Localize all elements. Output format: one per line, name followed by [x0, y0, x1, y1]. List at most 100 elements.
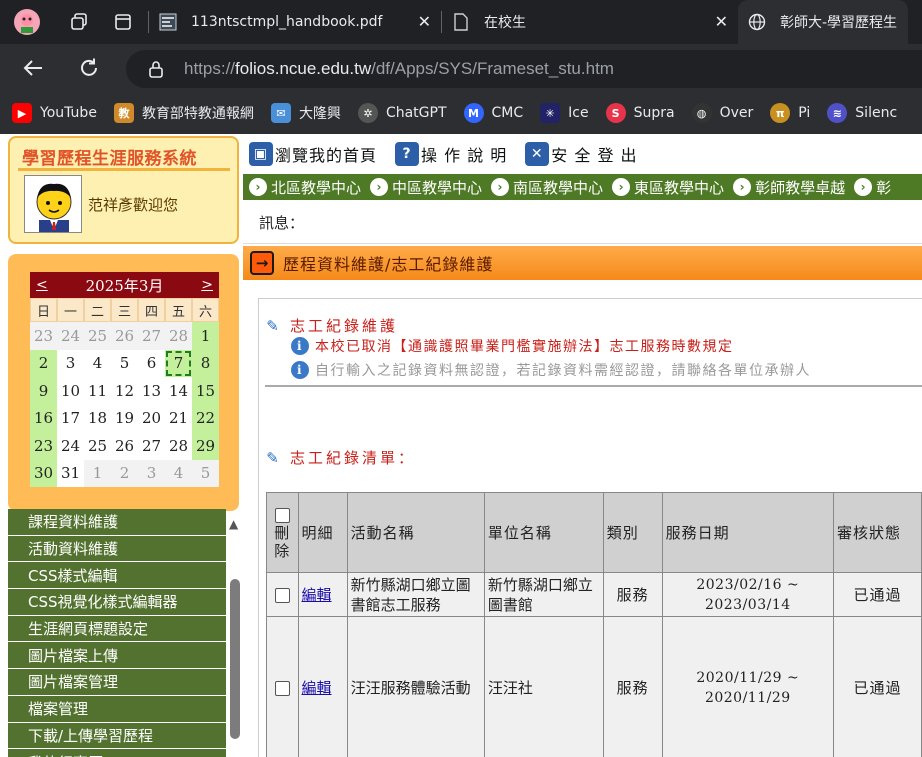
calendar-day[interactable]: 14 [165, 377, 192, 405]
bookmark-silenc[interactable]: ≋ Silenc [827, 103, 897, 123]
center-link[interactable]: › 東區教學中心 [612, 177, 724, 198]
logout-button[interactable]: ✕ 安 全 登 出 [525, 142, 637, 166]
row-checkbox[interactable] [274, 587, 290, 603]
calendar-day[interactable]: 27 [138, 432, 165, 460]
calendar-day[interactable]: 25 [84, 322, 111, 350]
row-checkbox[interactable] [274, 680, 290, 696]
sidebar-menu-item[interactable]: 活動資料維護 [8, 535, 226, 563]
close-tab-icon[interactable]: ✕ [715, 12, 728, 31]
tab-title: 彰師大-學習歷程生 [780, 15, 898, 31]
center-link[interactable]: › 南區教學中心 [491, 177, 603, 198]
calendar-day[interactable]: 29 [192, 432, 219, 460]
calendar-day[interactable]: 27 [138, 322, 165, 350]
url-field[interactable]: https://folios.ncue.edu.tw/df/Apps/SYS/F… [126, 50, 922, 88]
calendar-day[interactable]: 23 [30, 322, 57, 350]
calendar-day[interactable]: 4 [84, 349, 111, 377]
sidebar-scrollbar[interactable]: ▲ [228, 517, 242, 757]
header-activity: 活動名稱 [346, 492, 485, 573]
sidebar-menu-item[interactable]: 圖片檔案管理 [8, 669, 226, 696]
calendar-day[interactable]: 28 [165, 432, 192, 460]
calendar-day[interactable]: 23 [30, 432, 57, 460]
calendar-day[interactable]: 18 [84, 404, 111, 432]
calendar-next-link[interactable]: > [201, 277, 213, 293]
calendar-day[interactable]: 11 [84, 377, 111, 405]
select-all-checkbox[interactable] [274, 507, 290, 523]
calendar-day[interactable]: 12 [111, 377, 138, 405]
calendar-day[interactable]: 3 [138, 459, 165, 487]
sidebar-menu-item[interactable]: CSS樣式編輯 [8, 562, 226, 590]
bookmark-moe-special-ed[interactable]: 教教育部特教通報網 [113, 103, 254, 123]
close-tab-icon[interactable]: ✕ [418, 12, 431, 31]
calendar-day[interactable]: 1 [192, 322, 219, 350]
calendar-day[interactable]: 13 [138, 377, 165, 405]
tab-pdf[interactable]: 113ntsctmpl_handbook.pdf ✕ [149, 0, 441, 44]
calendar-day[interactable]: 5 [111, 349, 138, 377]
calendar-day[interactable]: 19 [111, 404, 138, 432]
calendar-day[interactable]: 6 [138, 349, 165, 377]
calendar-day[interactable]: 30 [30, 459, 57, 487]
calendar-day[interactable]: 7 [165, 349, 192, 377]
calendar-day[interactable]: 2 [111, 459, 138, 487]
calendar-day[interactable]: 4 [165, 459, 192, 487]
tab-ncue-portfolio[interactable]: 彰師大-學習歷程生 [738, 0, 908, 44]
chevron-right-icon: › [854, 178, 873, 196]
center-link[interactable]: › 彰 [854, 177, 891, 198]
calendar-day[interactable]: 26 [111, 322, 138, 350]
bookmark-youtube[interactable]: ▶ YouTube [12, 103, 97, 123]
bookmark-supra[interactable]: S Supra [605, 103, 675, 123]
calendar-day[interactable]: 3 [57, 349, 84, 377]
bookmark-over[interactable]: ◍ Over [691, 103, 753, 123]
calendar-day[interactable]: 16 [30, 404, 57, 432]
bookmark-cmc[interactable]: M CMC [463, 103, 523, 123]
sidebar-menu-item[interactable]: 下載/上傳學習歷程 [8, 722, 226, 750]
sidebar-menu-item[interactable]: 檔案管理 [8, 695, 226, 723]
calendar-day[interactable]: 26 [111, 432, 138, 460]
scroll-up-icon[interactable]: ▲ [229, 517, 238, 531]
home-button[interactable]: ▣ 瀏覽我的首頁 [249, 142, 377, 166]
tab-actions-icon[interactable] [106, 5, 140, 39]
calendar-day[interactable]: 28 [165, 322, 192, 350]
bookmark-pi[interactable]: π Pi [770, 103, 810, 123]
sidebar-menu-item[interactable]: 生涯網頁標題設定 [8, 615, 226, 643]
calendar-day[interactable]: 24 [57, 432, 84, 460]
scrollbar-thumb[interactable] [230, 579, 240, 739]
calendar-prev-link[interactable]: < [36, 277, 48, 293]
calendar-day[interactable]: 5 [192, 459, 219, 487]
edit-link[interactable]: 編輯 [302, 679, 332, 697]
calendar-day[interactable]: 20 [138, 404, 165, 432]
calendar-month-label: 2025年3月 [85, 276, 164, 295]
calendar-day[interactable]: 25 [84, 432, 111, 460]
bookmark-dalongxing[interactable]: ✉ 大隆興 [270, 103, 341, 123]
calendar-day[interactable]: 21 [165, 404, 192, 432]
calendar-day[interactable]: 22 [192, 404, 219, 432]
bookmark-chatgpt[interactable]: ✲ ChatGPT [357, 103, 447, 123]
calendar-day[interactable]: 15 [192, 377, 219, 405]
profile-avatar[interactable] [10, 5, 44, 39]
workspaces-icon[interactable] [62, 5, 96, 39]
center-link[interactable]: › 彰師教學卓越 [733, 177, 845, 198]
center-link[interactable]: › 中區教學中心 [370, 177, 482, 198]
help-button[interactable]: ? 操 作 說 明 [395, 142, 507, 166]
row-delete-cell [266, 616, 299, 757]
sidebar-menu-item[interactable]: 圖片檔案上傳 [8, 642, 226, 670]
lock-icon[interactable] [148, 60, 164, 78]
globe-icon: ◍ [691, 103, 712, 123]
calendar-day[interactable]: 10 [57, 377, 84, 405]
edit-link[interactable]: 編輯 [302, 586, 332, 604]
calendar-day[interactable]: 31 [57, 459, 84, 487]
calendar-day[interactable]: 9 [30, 377, 57, 405]
calendar-day[interactable]: 24 [57, 322, 84, 350]
center-links-bar: › 北區教學中心 › 中區教學中心 › 南區教學中心 › 東區教學中心 › 彰師教學卓越 › 彰 [243, 174, 922, 200]
calendar-day[interactable]: 17 [57, 404, 84, 432]
center-link[interactable]: › 北區教學中心 [249, 177, 361, 198]
bookmark-ice[interactable]: ✳ Ice [540, 103, 589, 123]
calendar-day[interactable]: 8 [192, 349, 219, 377]
reload-icon[interactable] [72, 51, 106, 85]
calendar-day[interactable]: 2 [30, 349, 57, 377]
sidebar-menu-item[interactable]: CSS視覺化樣式編輯器 [8, 589, 226, 616]
tab-student[interactable]: 在校生 ✕ [442, 0, 738, 44]
calendar-day[interactable]: 1 [84, 459, 111, 487]
sidebar-menu-item[interactable]: 我的行事曆 [8, 749, 226, 757]
back-arrow-icon[interactable] [16, 51, 50, 85]
sidebar-menu-item[interactable]: 課程資料維護 [8, 509, 226, 536]
